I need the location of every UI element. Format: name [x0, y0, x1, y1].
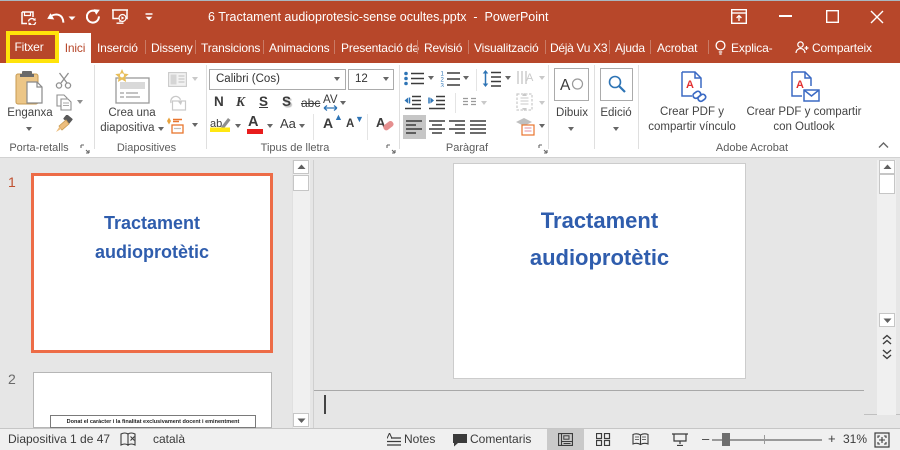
svg-text:A: A: [560, 77, 571, 94]
svg-text:A: A: [526, 72, 534, 84]
svg-text:3: 3: [441, 84, 445, 88]
svg-text:A: A: [796, 79, 804, 91]
svg-text:A: A: [686, 79, 694, 91]
